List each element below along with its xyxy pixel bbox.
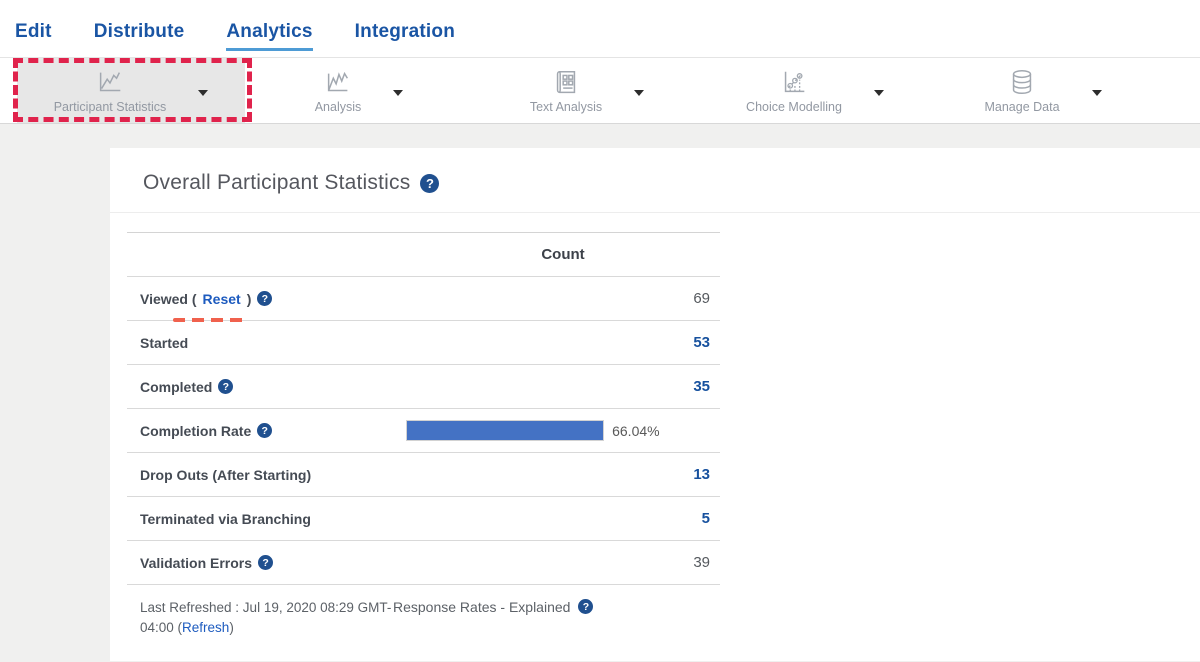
toolbar-item-label: Text Analysis <box>530 100 602 114</box>
help-icon[interactable]: ? <box>218 379 233 394</box>
card-header: Overall Participant Statistics ? <box>110 148 1200 213</box>
help-icon[interactable]: ? <box>257 423 272 438</box>
statistics-table: Count Viewed ( Reset ) ? 69 Started 53 <box>127 232 720 585</box>
scatter-chart-icon <box>779 67 809 97</box>
response-rates-explained: Response Rates - Explained ? <box>393 598 593 638</box>
table-row-viewed: Viewed ( Reset ) ? 69 <box>127 277 720 321</box>
row-label: Validation Errors <box>140 555 252 571</box>
completion-rate-bar: 66.04% <box>406 420 720 441</box>
page-title: Overall Participant Statistics <box>143 171 410 195</box>
last-refreshed-text: Last Refreshed : Jul 19, 2020 08:29 GMT-… <box>127 598 393 638</box>
completion-bar-label: 66.04% <box>612 423 659 439</box>
refresh-link[interactable]: Refresh <box>182 620 229 635</box>
text-grid-icon <box>551 67 581 97</box>
row-value: 13 <box>406 466 720 483</box>
row-value: 39 <box>406 554 720 571</box>
toolbar-item-label: Manage Data <box>984 100 1059 114</box>
table-footer: Last Refreshed : Jul 19, 2020 08:29 GMT-… <box>127 598 720 638</box>
analysis-chart-icon <box>323 67 353 97</box>
analytics-toolbar: Participant Statistics Analysis <box>0 57 1200 124</box>
row-label: Completion Rate <box>140 423 251 439</box>
help-icon[interactable]: ? <box>578 599 593 614</box>
count-column-header: Count <box>406 246 720 263</box>
nav-tab-distribute[interactable]: Distribute <box>94 21 185 48</box>
toolbar-item-manage-data[interactable]: Manage Data <box>929 58 1157 123</box>
row-value: 35 <box>406 378 720 395</box>
content-area: Overall Participant Statistics ? Count V… <box>0 124 1200 661</box>
toolbar-item-analysis[interactable]: Analysis <box>245 58 473 123</box>
participant-statistics-card: Overall Participant Statistics ? Count V… <box>110 148 1200 661</box>
table-row-validation-errors: Validation Errors ? 39 <box>127 541 720 585</box>
top-navigation: Edit Distribute Analytics Integration <box>0 0 1200 57</box>
chevron-down-icon[interactable] <box>1092 90 1102 96</box>
row-label: Drop Outs (After Starting) <box>140 467 311 483</box>
reset-link[interactable]: Reset <box>203 291 241 307</box>
toolbar-item-choice-modelling[interactable]: Choice Modelling <box>701 58 929 123</box>
toolbar-item-text-analysis[interactable]: Text Analysis <box>473 58 701 123</box>
row-label: Completed <box>140 379 212 395</box>
table-row-drop-outs: Drop Outs (After Starting) 13 <box>127 453 720 497</box>
row-label: Started <box>140 335 188 351</box>
table-header-row: Count <box>127 232 720 277</box>
help-icon[interactable]: ? <box>420 174 439 193</box>
row-value: 53 <box>406 334 720 351</box>
toolbar-item-label: Participant Statistics <box>54 100 167 114</box>
chevron-down-icon[interactable] <box>198 90 208 96</box>
completion-bar-fill <box>406 420 604 441</box>
chevron-down-icon[interactable] <box>634 90 644 96</box>
toolbar-item-participant-statistics[interactable]: Participant Statistics <box>17 58 245 123</box>
toolbar-item-label: Choice Modelling <box>746 100 842 114</box>
row-label: Viewed ( <box>140 291 197 307</box>
toolbar-item-label: Analysis <box>315 100 362 114</box>
help-icon[interactable]: ? <box>257 291 272 306</box>
table-row-completed: Completed ? 35 <box>127 365 720 409</box>
nav-tab-edit[interactable]: Edit <box>15 21 52 48</box>
table-row-terminated: Terminated via Branching 5 <box>127 497 720 541</box>
table-row-started: Started 53 <box>127 321 720 365</box>
chevron-down-icon[interactable] <box>393 90 403 96</box>
database-icon <box>1007 67 1037 97</box>
nav-tab-integration[interactable]: Integration <box>355 21 455 48</box>
table-row-completion-rate: Completion Rate ? 66.04% <box>127 409 720 453</box>
row-label: Terminated via Branching <box>140 511 311 527</box>
row-value: 69 <box>406 290 720 307</box>
row-value: 5 <box>406 510 720 527</box>
line-chart-icon <box>95 67 125 97</box>
nav-tab-analytics[interactable]: Analytics <box>226 21 312 51</box>
chevron-down-icon[interactable] <box>874 90 884 96</box>
help-icon[interactable]: ? <box>258 555 273 570</box>
row-label-suffix: ) <box>247 291 252 307</box>
